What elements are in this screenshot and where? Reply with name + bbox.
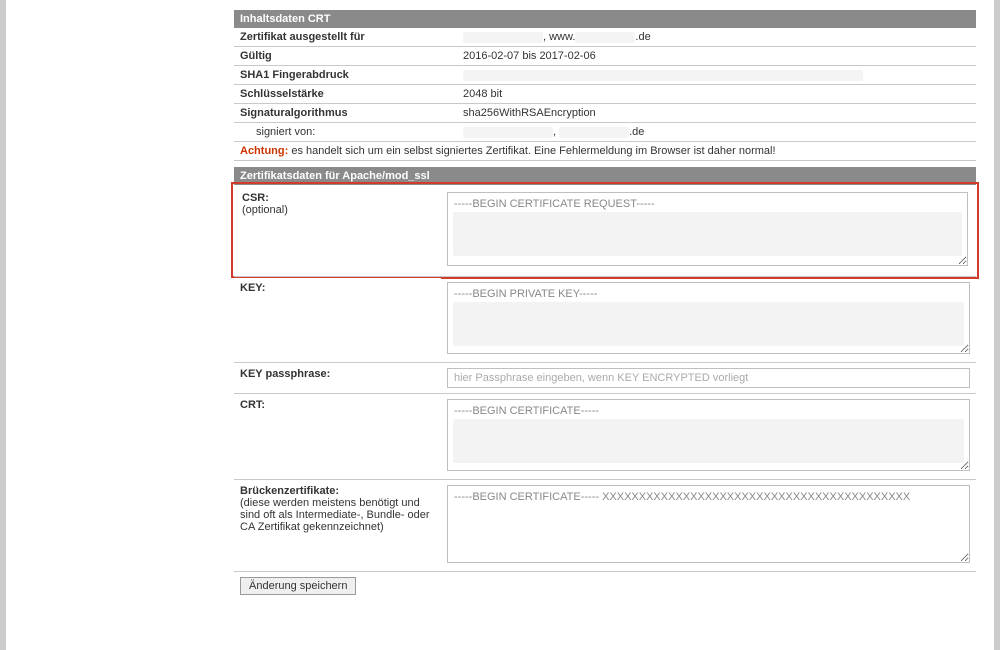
redacted-domain-part2 — [575, 32, 635, 43]
row-bridge: Brückenzertifikate: (diese werden meiste… — [234, 480, 976, 572]
redacted-signer-part2 — [559, 127, 629, 138]
row-keystrength: Schlüsselstärke 2048 bit — [234, 85, 976, 104]
bridge-textarea[interactable] — [447, 485, 970, 563]
crt-info-table: Zertifikat ausgestellt für , www..de Gül… — [234, 28, 976, 161]
value-sha1 — [457, 66, 976, 85]
row-sha1: SHA1 Fingerabdruck — [234, 66, 976, 85]
redacted-sha1 — [463, 70, 863, 81]
row-valid: Gültig 2016-02-07 bis 2017-02-06 — [234, 47, 976, 66]
save-button[interactable]: Änderung speichern — [240, 577, 356, 595]
label-sha1: SHA1 Fingerabdruck — [234, 66, 457, 85]
row-key: KEY: — [234, 277, 976, 363]
key-passphrase-input[interactable] — [447, 368, 970, 388]
redacted-csr-body — [453, 212, 962, 256]
redacted-key-body — [453, 302, 964, 346]
value-valid: 2016-02-07 bis 2017-02-06 — [457, 47, 976, 66]
row-sigalg: Signaturalgorithmus sha256WithRSAEncrypt… — [234, 104, 976, 123]
row-signed-by: signiert von: , .de — [234, 123, 976, 142]
row-issued-for: Zertifikat ausgestellt für , www..de — [234, 28, 976, 47]
label-crt: CRT: — [234, 394, 441, 480]
row-save: Änderung speichern — [234, 572, 976, 601]
window-chrome: Inhaltsdaten CRT Zertifikat ausgestellt … — [0, 0, 1000, 650]
page: Inhaltsdaten CRT Zertifikat ausgestellt … — [6, 0, 994, 650]
label-issued-for: Zertifikat ausgestellt für — [234, 28, 457, 47]
label-keystrength: Schlüsselstärke — [234, 85, 457, 104]
label-csr: CSR: — [242, 192, 269, 204]
section-header-crt: Inhaltsdaten CRT — [234, 10, 976, 28]
sublabel-bridge: (diese werden meistens benötigt und sind… — [240, 497, 435, 533]
label-valid: Gültig — [234, 47, 457, 66]
apache-form: CSR: (optional) — [234, 185, 976, 600]
row-crt: CRT: — [234, 394, 976, 480]
csr-highlight-right — [441, 182, 979, 279]
value-issued-for: , www..de — [457, 28, 976, 47]
value-keystrength: 2048 bit — [457, 85, 976, 104]
redacted-crt-body — [453, 419, 964, 463]
label-signed-by: signiert von: — [234, 123, 457, 142]
row-key-passphrase: KEY passphrase: — [234, 363, 976, 394]
redacted-domain-part1 — [463, 32, 543, 43]
row-csr: CSR: (optional) — [234, 185, 976, 277]
warning-text: es handelt sich um ein selbst signiertes… — [288, 145, 775, 157]
content-column: Inhaltsdaten CRT Zertifikat ausgestellt … — [234, 0, 976, 600]
label-key-passphrase: KEY passphrase: — [234, 363, 441, 394]
row-warning: Achtung: es handelt sich um ein selbst s… — [234, 142, 976, 161]
label-key: KEY: — [234, 277, 441, 363]
label-sigalg: Signaturalgorithmus — [234, 104, 457, 123]
warning-label: Achtung: — [240, 145, 288, 157]
label-bridge: Brückenzertifikate: — [240, 485, 339, 497]
value-sigalg: sha256WithRSAEncryption — [457, 104, 976, 123]
redacted-signer-part1 — [463, 127, 553, 138]
csr-highlight-left: CSR: (optional) — [231, 182, 441, 278]
value-signed-by: , .de — [457, 123, 976, 142]
sublabel-csr: (optional) — [242, 204, 435, 216]
